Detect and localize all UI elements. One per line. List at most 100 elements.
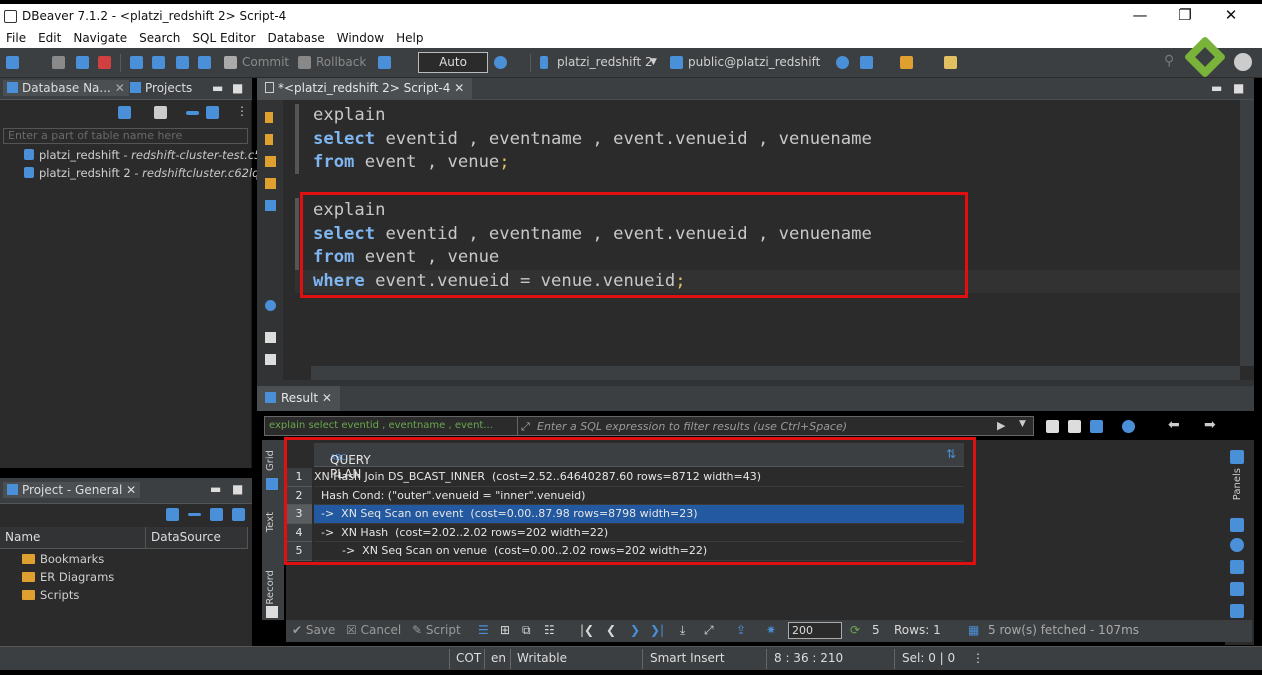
minimize-panel-icon[interactable]: ▬ bbox=[212, 81, 223, 95]
last-page-icon[interactable]: ❯| bbox=[650, 623, 664, 637]
more-icon[interactable]: ⋮ bbox=[972, 651, 984, 665]
network-icon[interactable] bbox=[860, 56, 873, 69]
fetch-all-icon[interactable]: ⤢ bbox=[704, 623, 714, 638]
calc-icon[interactable] bbox=[1230, 518, 1244, 532]
menu-database[interactable]: Database bbox=[261, 29, 330, 45]
new-script-icon[interactable] bbox=[265, 354, 276, 365]
close-button[interactable]: ✕ bbox=[1216, 6, 1246, 24]
link-editor-icon[interactable] bbox=[232, 508, 245, 521]
minimize-editor-icon[interactable]: ▬ bbox=[1211, 81, 1222, 95]
panels-icon[interactable] bbox=[1230, 450, 1244, 464]
filter-icon[interactable] bbox=[1068, 420, 1081, 433]
maximize-button[interactable]: ❐ bbox=[1170, 6, 1200, 24]
next-page-icon[interactable]: ❯ bbox=[630, 623, 640, 637]
active-schema-selector[interactable]: public@platzi_redshift bbox=[688, 55, 820, 69]
menu-help[interactable]: Help bbox=[390, 29, 429, 45]
settings-icon[interactable] bbox=[265, 300, 276, 311]
close-tab-icon[interactable]: ✕ bbox=[454, 81, 464, 95]
maximize-panel-icon[interactable]: ■ bbox=[232, 482, 243, 496]
minimize-panel-icon[interactable]: ▬ bbox=[210, 482, 221, 496]
forward-arrow-icon[interactable]: ➡ bbox=[1204, 417, 1216, 433]
menu-file[interactable]: File bbox=[0, 29, 32, 45]
new-connection-icon[interactable] bbox=[6, 56, 19, 69]
query-label[interactable]: explain select eventid , eventname , eve… bbox=[269, 420, 493, 431]
chevron-down-icon[interactable]: ▼ bbox=[1019, 419, 1026, 429]
explain-icon[interactable] bbox=[836, 56, 849, 69]
edit-row-icon[interactable]: ☰ bbox=[478, 623, 489, 637]
sql-editor[interactable]: explain select eventid , eventname , eve… bbox=[257, 100, 1254, 380]
sync-icon[interactable] bbox=[1122, 420, 1135, 433]
fetch-size-input[interactable]: 200 bbox=[788, 622, 842, 639]
export-icon[interactable]: ⇪ bbox=[736, 623, 746, 637]
view-text-tab[interactable]: Text bbox=[265, 512, 276, 532]
new-folder-icon[interactable] bbox=[154, 106, 167, 119]
view-grid-tab[interactable]: Grid bbox=[265, 450, 276, 471]
script-button[interactable]: ✎ Script bbox=[412, 623, 461, 637]
references-icon[interactable] bbox=[1230, 604, 1244, 618]
connect-icon[interactable] bbox=[52, 56, 65, 69]
table-filter-input[interactable]: Enter a part of table name here bbox=[3, 128, 248, 144]
menu-edit[interactable]: Edit bbox=[32, 29, 67, 45]
chevron-down-icon[interactable]: ▼ bbox=[650, 57, 657, 67]
configure-icon[interactable] bbox=[166, 508, 179, 521]
minimize-button[interactable]: — bbox=[1125, 6, 1155, 24]
connection-item[interactable]: platzi_redshift 2 - redshiftcluster.c62l… bbox=[24, 166, 269, 180]
project-item-er-diagrams[interactable]: ER Diagrams bbox=[22, 570, 114, 584]
tab-result[interactable]: Result ✕ bbox=[257, 386, 340, 411]
apply-filter-icon[interactable]: ▶ bbox=[997, 419, 1005, 432]
transaction-mode-box[interactable]: Auto bbox=[418, 52, 488, 73]
transaction-mode-icon[interactable] bbox=[378, 56, 391, 69]
connection-item[interactable]: platzi_redshift - redshift-cluster-test.… bbox=[24, 148, 268, 162]
result-filter-input[interactable]: Enter a SQL expression to filter results… bbox=[537, 420, 847, 433]
collapse-all-icon[interactable] bbox=[186, 111, 199, 115]
back-arrow-icon[interactable]: ⬅ bbox=[1168, 417, 1180, 433]
menu-navigate[interactable]: Navigate bbox=[67, 29, 133, 45]
history-icon[interactable] bbox=[494, 56, 507, 69]
project-item-bookmarks[interactable]: Bookmarks bbox=[22, 552, 104, 566]
add-row-icon[interactable]: ⊞ bbox=[500, 623, 510, 637]
invalidate-icon[interactable] bbox=[98, 56, 111, 69]
close-tab-icon[interactable]: ✕ bbox=[322, 391, 332, 405]
settings-icon[interactable]: ✷ bbox=[766, 623, 776, 637]
value-viewer-icon[interactable] bbox=[1230, 582, 1244, 596]
first-page-icon[interactable]: |❮ bbox=[580, 623, 594, 637]
view-record-tab[interactable]: Record bbox=[265, 570, 276, 605]
expand-icon[interactable]: ⤢ bbox=[521, 420, 530, 434]
search-icon[interactable]: ⚲ bbox=[1164, 53, 1174, 69]
view-menu-icon[interactable]: ⋮ bbox=[236, 104, 248, 118]
clear-filter-icon[interactable] bbox=[1046, 420, 1059, 433]
menu-window[interactable]: Window bbox=[331, 29, 390, 45]
execute-in-new-tab-icon[interactable] bbox=[265, 134, 273, 145]
previous-page-icon[interactable]: ❮ bbox=[606, 623, 616, 637]
metadata-icon[interactable] bbox=[1230, 560, 1244, 574]
panels-label[interactable]: Panels bbox=[1232, 468, 1243, 500]
recent-script-icon[interactable] bbox=[198, 56, 211, 69]
tab-script-4[interactable]: *<platzi_redshift 2> Script-4 ✕ bbox=[257, 78, 473, 100]
new-connection-icon[interactable] bbox=[118, 106, 131, 119]
collapse-all-icon[interactable] bbox=[188, 513, 201, 516]
copy-row-icon[interactable]: ⧉ bbox=[522, 623, 531, 638]
cancel-button[interactable]: ☒ Cancel bbox=[346, 623, 401, 637]
editor-horizontal-scrollbar[interactable] bbox=[311, 366, 1240, 380]
commit-icon[interactable] bbox=[224, 56, 237, 69]
link-editor-icon[interactable] bbox=[206, 106, 219, 119]
active-datasource-selector[interactable]: platzi_redshift 2 bbox=[557, 55, 653, 69]
save-button[interactable]: ✔ Save bbox=[292, 623, 335, 637]
perspective-icon[interactable] bbox=[1234, 53, 1252, 71]
menu-sql-editor[interactable]: SQL Editor bbox=[186, 29, 261, 45]
format-icon[interactable] bbox=[900, 56, 913, 69]
disconnect-icon[interactable] bbox=[76, 56, 89, 69]
save-filter-icon[interactable] bbox=[1090, 420, 1103, 433]
editor-vertical-scrollbar[interactable] bbox=[1240, 100, 1254, 366]
refresh-icon[interactable]: ⟳ bbox=[850, 623, 860, 637]
grouping-icon[interactable] bbox=[1230, 538, 1244, 552]
new-script-icon[interactable] bbox=[152, 56, 165, 69]
rollback-button[interactable]: Rollback bbox=[316, 55, 366, 69]
tab-project-general[interactable]: Project - General ✕ bbox=[3, 482, 141, 498]
execute-script-icon[interactable] bbox=[265, 156, 276, 167]
add-icon[interactable] bbox=[210, 508, 223, 521]
column-name-header[interactable]: Name bbox=[0, 527, 146, 549]
open-script-icon[interactable] bbox=[176, 56, 189, 69]
project-item-scripts[interactable]: Scripts bbox=[22, 588, 79, 602]
menu-search[interactable]: Search bbox=[133, 29, 186, 45]
